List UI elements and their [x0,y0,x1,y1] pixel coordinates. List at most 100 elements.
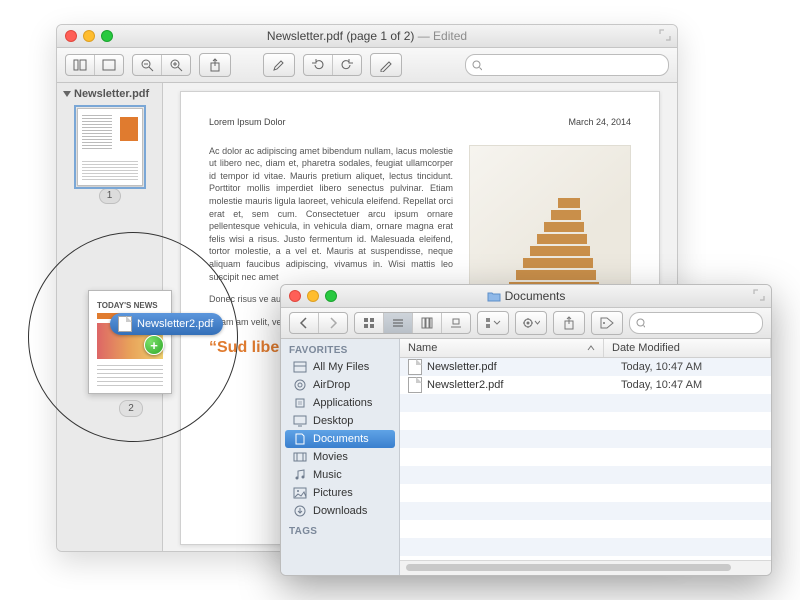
drag-proxy-label: Newsletter2.pdf [110,313,223,335]
view-mode-segment[interactable] [65,54,124,76]
movies-icon [293,451,307,463]
page-thumbnail-1[interactable] [77,108,143,186]
empty-row [400,430,771,448]
list-view-icon[interactable] [384,313,413,333]
desktop-icon [293,415,307,427]
zoom-segment[interactable] [132,54,191,76]
sidebar-doc-header[interactable]: Newsletter.pdf [57,86,162,102]
page-number-2: 2 [119,400,143,417]
fullscreen-icon[interactable] [753,289,765,301]
file-name: Newsletter2.pdf [427,379,503,391]
folder-icon [487,290,501,302]
favorites-header: FAVORITES [281,339,399,358]
zoom-out-icon[interactable] [133,55,162,75]
share-menu[interactable] [553,311,585,335]
coverflow-view-icon[interactable] [442,313,470,333]
sidebar-item-label: Music [313,469,342,481]
sidebar-item-label: Movies [313,451,348,463]
sidebar-item-label: Documents [313,433,369,445]
nav-back-forward[interactable] [289,312,348,334]
file-row[interactable]: Newsletter2.pdf Today, 10:47 AM [400,376,771,394]
preview-search-field[interactable] [465,54,669,76]
disclosure-triangle-icon[interactable] [63,91,71,97]
sidebar-item-dl[interactable]: Downloads [285,502,395,520]
empty-row [400,394,771,412]
drag-filename: Newsletter2.pdf [137,318,213,330]
all-icon [293,361,307,373]
finder-sidebar[interactable]: FAVORITES All My Files AirDrop Application… [281,339,400,575]
arrange-menu[interactable] [477,311,509,335]
finder-view-segment[interactable] [354,312,471,334]
sidebar-item-pics[interactable]: Pictures [285,484,395,502]
fullscreen-icon[interactable] [659,29,671,41]
empty-row [400,448,771,466]
dl-icon [293,505,307,517]
sidebar-item-movies[interactable]: Movies [285,448,395,466]
view-content-icon[interactable] [95,55,123,75]
finder-search-input[interactable] [649,316,756,330]
tags-button[interactable] [591,311,623,335]
rotate-right-icon[interactable] [333,55,361,75]
preview-toolbar [57,48,677,83]
column-view-icon[interactable] [413,313,442,333]
view-thumbnails-icon[interactable] [66,55,95,75]
page-para-1: Ac dolor ac adipiscing amet bibendum nul… [209,145,453,284]
pics-icon [293,487,307,499]
airdrop-icon [293,379,307,391]
sidebar-item-music[interactable]: Music [285,466,395,484]
empty-row [400,466,771,484]
file-row[interactable]: Newsletter.pdfToday, 10:47 AM [400,358,771,376]
column-name[interactable]: Name [400,339,604,357]
column-date[interactable]: Date Modified [604,339,771,357]
empty-row [400,520,771,538]
finder-window: Documents [280,284,772,576]
search-icon [472,60,482,71]
finder-title: Documents [281,285,771,307]
scrollbar-thumb[interactable] [406,564,731,571]
file-date: Today, 10:47 AM [613,361,771,373]
horizontal-scrollbar[interactable] [400,560,771,575]
page-date: March 24, 2014 [568,116,631,129]
search-icon [636,318,645,329]
title-modified: — Edited [418,29,467,43]
page-number-1: 1 [99,188,121,204]
share-button[interactable] [199,53,231,77]
sidebar-item-label: All My Files [313,361,369,373]
title-doc: Newsletter.pdf [267,29,343,43]
icon-view-icon[interactable] [355,313,384,333]
preview-titlebar[interactable]: Newsletter.pdf (page 1 of 2) — Edited [57,25,677,48]
window-title: Newsletter.pdf (page 1 of 2) — Edited [57,25,677,47]
empty-row [400,484,771,502]
rotate-left-icon[interactable] [304,55,333,75]
column-headers[interactable]: Name Date Modified [400,339,771,358]
back-button[interactable] [290,313,319,333]
preview-search-input[interactable] [486,58,662,72]
highlight-button[interactable] [263,53,295,77]
title-pages: (page 1 of 2) [346,29,414,43]
apps-icon [293,397,307,409]
sidebar-item-desktop[interactable]: Desktop [285,412,395,430]
finder-titlebar[interactable]: Documents [281,285,771,308]
page-running-head: Lorem Ipsum Dolor [209,116,286,129]
rotate-segment[interactable] [303,54,362,76]
sidebar-doc-name: Newsletter.pdf [74,88,149,100]
sort-asc-icon [587,344,595,352]
sidebar-item-label: AirDrop [313,379,350,391]
file-date: Today, 10:47 AM [613,379,771,391]
tags-header: TAGS [281,520,399,539]
forward-button[interactable] [319,313,347,333]
document-icon [408,377,422,393]
sidebar-item-docs[interactable]: Documents [285,430,395,448]
music-icon [293,469,307,481]
empty-row [400,538,771,556]
markup-button[interactable] [370,53,402,77]
zoom-in-icon[interactable] [162,55,190,75]
sidebar-item-all[interactable]: All My Files [285,358,395,376]
finder-file-pane[interactable]: Name Date Modified Newsletter.pdfToday, … [400,339,771,575]
action-menu[interactable] [515,311,547,335]
sidebar-item-apps[interactable]: Applications [285,394,395,412]
sidebar-item-airdrop[interactable]: AirDrop [285,376,395,394]
finder-search-field[interactable] [629,312,763,334]
empty-row [400,502,771,520]
sidebar-item-label: Downloads [313,505,367,517]
